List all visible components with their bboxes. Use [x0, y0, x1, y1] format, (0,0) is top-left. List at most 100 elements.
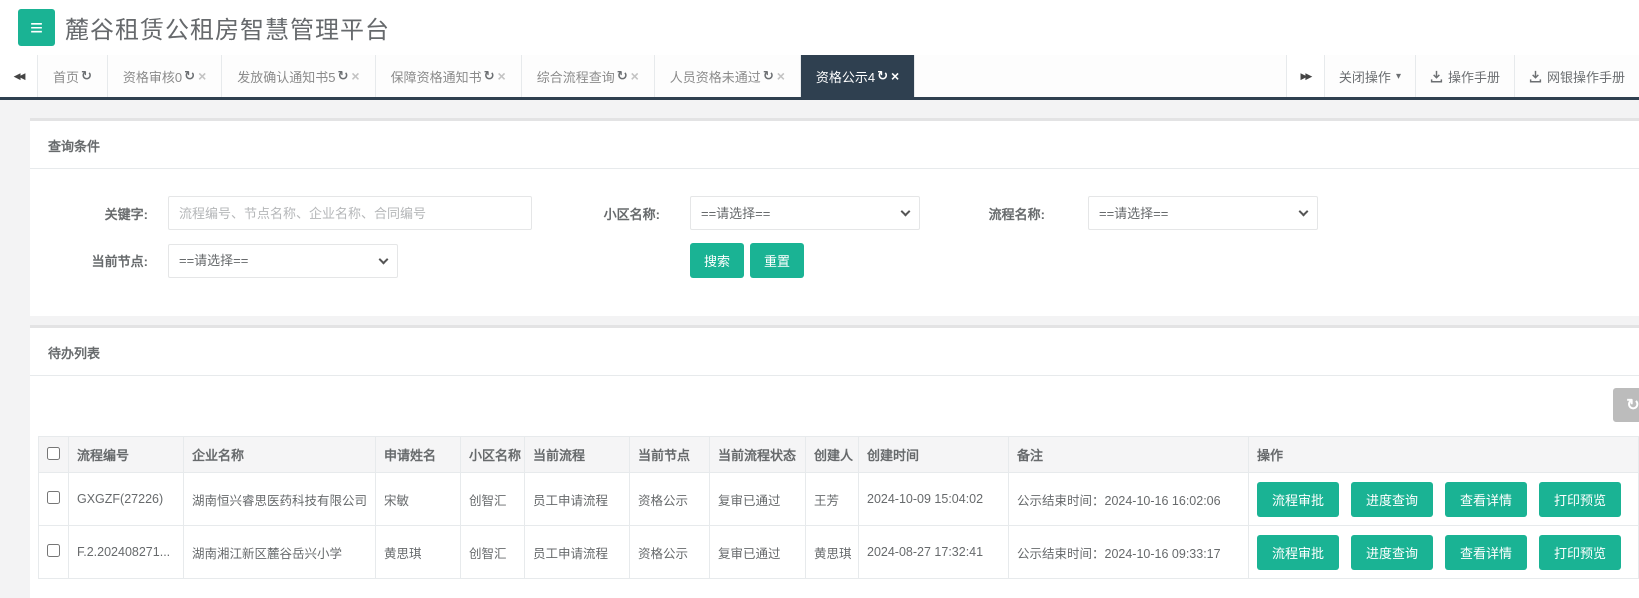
cell-current-flow: 员工申请流程 — [524, 525, 630, 579]
select-all-checkbox[interactable] — [47, 446, 60, 460]
col-company: 企业名称 — [183, 436, 376, 473]
cell-created-at: 2024-08-27 17:32:41 — [858, 525, 1009, 579]
cell-created-at: 2024-10-09 15:04:02 — [858, 472, 1009, 526]
tab-guarantee-qualification-notice[interactable]: 保障资格通知书 ↻ × — [375, 55, 522, 97]
cell-process-no: GXGZF(27226) — [68, 472, 184, 526]
progress-query-button[interactable]: 进度查询 — [1351, 534, 1434, 570]
tabs-scroll-right-button[interactable]: ▶▶ — [1285, 55, 1324, 97]
cell-remark: 公示结束时间：2024-10-16 16:02:06 — [1008, 472, 1249, 526]
keyword-label: 关键字: — [104, 206, 148, 222]
tab-label: 发放确认通知书5 — [237, 69, 336, 85]
process-name-select[interactable]: ==请选择== — [1088, 196, 1318, 230]
community-select[interactable]: ==请选择== — [690, 196, 920, 230]
refresh-icon[interactable]: ↻ — [877, 68, 888, 84]
col-remark: 备注 — [1008, 436, 1249, 473]
col-creator: 创建人 — [805, 436, 859, 473]
cell-flow-status: 复审已通过 — [709, 525, 806, 579]
download-icon — [1529, 70, 1542, 83]
todo-panel-header: 待办列表 — [30, 328, 1639, 376]
refresh-icon[interactable]: ↻ — [184, 68, 195, 84]
cell-remark: 公示结束时间：2024-10-16 09:33:17 — [1008, 525, 1249, 579]
col-current-node: 当前节点 — [629, 436, 710, 473]
process-approve-button[interactable]: 流程审批 — [1257, 534, 1340, 570]
close-icon[interactable]: × — [891, 68, 899, 84]
close-icon[interactable]: × — [351, 68, 359, 84]
operation-manual-download-button[interactable]: 操作手册 — [1414, 55, 1514, 97]
process-approve-button[interactable]: 流程审批 — [1257, 481, 1340, 517]
col-actions: 操作 — [1248, 436, 1639, 473]
current-node-label: 当前节点: — [91, 254, 148, 269]
refresh-icon[interactable]: ↻ — [617, 68, 628, 84]
refresh-icon[interactable]: ↻ — [484, 68, 495, 84]
row-checkbox[interactable] — [47, 544, 60, 557]
close-icon[interactable]: × — [498, 68, 506, 84]
menu-toggle-button[interactable]: ≡ — [18, 9, 55, 46]
todo-panel-title: 待办列表 — [48, 346, 101, 361]
tab-label: 资格公示4 — [815, 69, 876, 85]
tabbar-right-actions: ▶▶ 关闭操作 ▾ 操作手册 网银操作手册 — [1285, 55, 1639, 97]
keyword-input[interactable] — [168, 196, 532, 230]
community-select-control[interactable]: ==请选择== — [690, 196, 920, 230]
tab-bar: ◀◀ 首页 ↻ 资格审核0 ↻ × 发放确认通知书5 ↻ × 保障资格通知书 ↻… — [0, 55, 1639, 100]
view-details-button[interactable]: 查看详情 — [1445, 534, 1528, 570]
tab-personnel-not-passed[interactable]: 人员资格未通过 ↻ × — [654, 55, 801, 97]
progress-query-button[interactable]: 进度查询 — [1351, 481, 1434, 517]
cell-community: 创智汇 — [460, 525, 525, 579]
tab-label: 综合流程查询 — [536, 69, 615, 85]
bank-manual-download-button[interactable]: 网银操作手册 — [1513, 55, 1639, 97]
bank-manual-label: 网银操作手册 — [1546, 69, 1625, 85]
row-checkbox[interactable] — [47, 491, 60, 504]
refresh-icon[interactable]: ↻ — [763, 68, 774, 84]
refresh-icon[interactable]: ↻ — [81, 68, 92, 84]
current-node-select[interactable]: ==请选择== — [168, 243, 398, 278]
print-preview-button[interactable]: 打印预览 — [1539, 534, 1622, 570]
print-preview-button[interactable]: 打印预览 — [1539, 481, 1622, 517]
cell-applicant: 黄思琪 — [375, 525, 461, 579]
cell-company: 湖南湘江新区麓谷岳兴小学 — [183, 525, 376, 579]
process-name-select-control[interactable]: ==请选择== — [1088, 196, 1318, 230]
reset-button[interactable]: 重置 — [750, 243, 805, 278]
close-icon[interactable]: × — [198, 68, 206, 84]
tabs-scroll-left-button[interactable]: ◀◀ — [0, 55, 38, 97]
main-content: 查询条件 关键字: 小区名称: ==请选择== 流程名称: ==请选择== — [0, 100, 1639, 598]
table-refresh-button[interactable]: ↻ — [1613, 388, 1639, 422]
tab-label: 资格审核0 — [122, 69, 183, 85]
tab-home[interactable]: 首页 ↻ — [38, 55, 108, 97]
view-details-button[interactable]: 查看详情 — [1445, 481, 1528, 517]
caret-down-icon: ▾ — [1395, 70, 1401, 82]
hamburger-menu-icon: ≡ — [30, 15, 43, 40]
cell-applicant: 宋敏 — [375, 472, 461, 526]
cell-community: 创智汇 — [460, 472, 525, 526]
close-icon[interactable]: × — [631, 68, 639, 84]
tab-qualification-publicity[interactable]: 资格公示4 ↻ × — [800, 55, 916, 97]
todo-table: 流程编号 企业名称 申请姓名 小区名称 当前流程 当前节点 当前流程状态 创建人… — [38, 436, 1639, 579]
cell-current-node: 资格公示 — [629, 525, 710, 579]
community-label: 小区名称: — [603, 206, 660, 222]
refresh-icon[interactable]: ↻ — [337, 68, 348, 84]
tab-issue-confirmation-notice[interactable]: 发放确认通知书5 ↻ × — [222, 55, 376, 97]
cell-current-node: 资格公示 — [629, 472, 710, 526]
col-flow-status: 当前流程状态 — [709, 436, 806, 473]
cell-creator: 王芳 — [805, 472, 859, 526]
table-header-row: 流程编号 企业名称 申请姓名 小区名称 当前流程 当前节点 当前流程状态 创建人… — [38, 436, 1639, 473]
col-process-no: 流程编号 — [68, 436, 184, 473]
tab-label: 保障资格通知书 — [390, 69, 482, 85]
todo-panel-body: ↻ 流程编号 企业名称 申请姓名 小区名称 当前流程 当前节点 当前流程状态 创… — [30, 376, 1639, 598]
query-panel-header: 查询条件 — [30, 121, 1639, 169]
search-button[interactable]: 搜索 — [690, 243, 745, 278]
tab-qualification-review[interactable]: 资格审核0 ↻ × — [107, 55, 223, 97]
tab-label: 人员资格未通过 — [669, 69, 761, 85]
close-operations-dropdown[interactable]: 关闭操作 ▾ — [1323, 55, 1415, 97]
tab-comprehensive-process-query[interactable]: 综合流程查询 ↻ × — [521, 55, 655, 97]
tab-list: 首页 ↻ 资格审核0 ↻ × 发放确认通知书5 ↻ × 保障资格通知书 ↻ × … — [38, 55, 916, 97]
current-node-select-control[interactable]: ==请选择== — [168, 243, 398, 278]
cell-flow-status: 复审已通过 — [709, 472, 806, 526]
refresh-icon: ↻ — [1626, 397, 1639, 414]
process-name-label: 流程名称: — [988, 206, 1045, 222]
tab-label: 首页 — [53, 69, 80, 85]
close-icon[interactable]: × — [777, 68, 785, 84]
query-panel-title: 查询条件 — [48, 139, 101, 154]
chevrons-right-icon: ▶▶ — [1300, 70, 1313, 81]
table-row: F.2.202408271... 湖南湘江新区麓谷岳兴小学 黄思琪 创智汇 员工… — [38, 525, 1639, 579]
app-title: 麓谷租赁公租房智慧管理平台 — [65, 17, 390, 44]
